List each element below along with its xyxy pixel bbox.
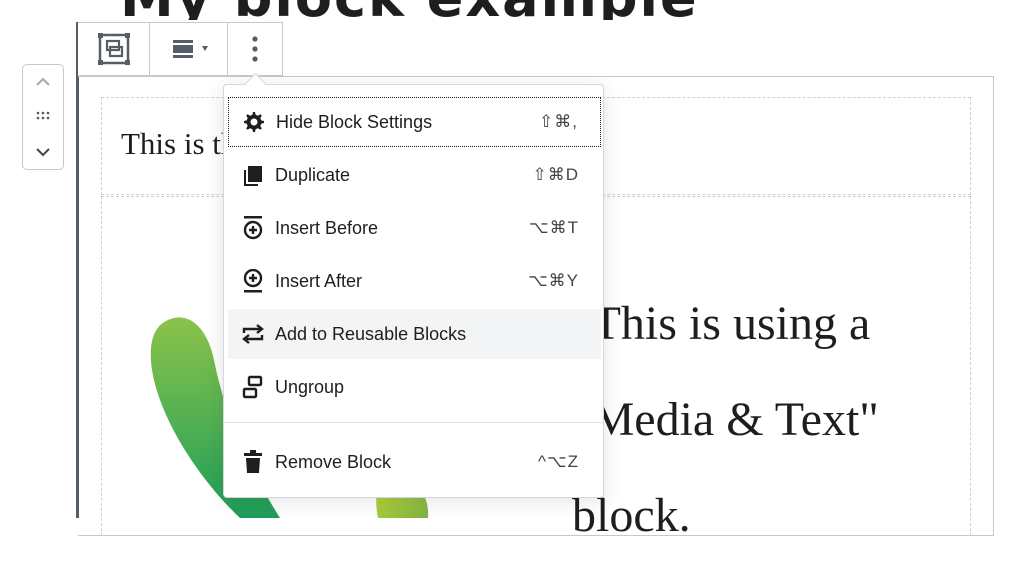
chevron-down-icon (36, 148, 50, 157)
select-parent-button[interactable] (78, 23, 150, 75)
menu-item-remove-block[interactable]: Remove Block ^⌥Z (228, 437, 601, 487)
reusable-icon (240, 321, 266, 347)
group-block-icon (97, 33, 130, 65)
ungroup-icon (240, 374, 266, 400)
menu-item-shortcut: ⌥⌘T (529, 218, 579, 237)
media-text-line: block. (572, 489, 691, 542)
media-text-content[interactable]: "This is using a "Media & Text" block. (572, 276, 992, 564)
align-center-icon (172, 40, 208, 58)
block-toolbar (78, 22, 283, 76)
block-settings-menu: Hide Block Settings ⇧⌘, Duplicate ⇧⌘D In… (223, 84, 604, 498)
trash-icon (240, 449, 266, 475)
menu-item-ungroup[interactable]: Ungroup (228, 362, 601, 412)
drag-handle[interactable] (23, 99, 63, 133)
menu-item-label: Ungroup (275, 376, 345, 397)
chevron-up-icon (36, 77, 50, 86)
menu-item-label: Insert After (275, 270, 363, 291)
heading-strip: My block example (0, 0, 1024, 20)
menu-item-add-to-reusable-blocks[interactable]: Add to Reusable Blocks (228, 309, 601, 359)
menu-item-label: Add to Reusable Blocks (275, 323, 467, 344)
menu-item-duplicate[interactable]: Duplicate ⇧⌘D (228, 150, 601, 200)
duplicate-icon (240, 162, 266, 188)
menu-item-hide-block-settings[interactable]: Hide Block Settings ⇧⌘, (228, 97, 601, 147)
menu-item-insert-before[interactable]: Insert Before ⌥⌘T (228, 203, 601, 253)
menu-separator (224, 422, 603, 423)
media-text-line: "Media & Text" (572, 393, 879, 446)
menu-item-shortcut: ⌥⌘Y (528, 271, 579, 290)
menu-item-insert-after[interactable]: Insert After ⌥⌘Y (228, 256, 601, 306)
more-options-button[interactable] (228, 23, 282, 75)
block-mover (22, 64, 64, 170)
insert-before-icon (240, 215, 266, 241)
menu-item-label: Hide Block Settings (276, 111, 433, 132)
menu-item-shortcut: ^⌥Z (538, 452, 579, 471)
more-vertical-icon (252, 36, 258, 62)
insert-after-icon (240, 268, 266, 294)
menu-item-label: Remove Block (275, 451, 392, 472)
media-text-line: "This is using a (572, 297, 871, 350)
align-dropdown-button[interactable] (150, 23, 228, 75)
menu-item-shortcut: ⇧⌘, (539, 112, 578, 131)
menu-item-label: Insert Before (275, 217, 379, 238)
page-heading: My block example (120, 0, 699, 20)
move-up-button[interactable] (23, 65, 63, 99)
menu-item-label: Duplicate (275, 164, 351, 185)
drag-handle-icon (36, 111, 50, 120)
move-down-button[interactable] (23, 135, 63, 169)
menu-item-shortcut: ⇧⌘D (532, 165, 579, 184)
gear-icon (241, 109, 267, 135)
